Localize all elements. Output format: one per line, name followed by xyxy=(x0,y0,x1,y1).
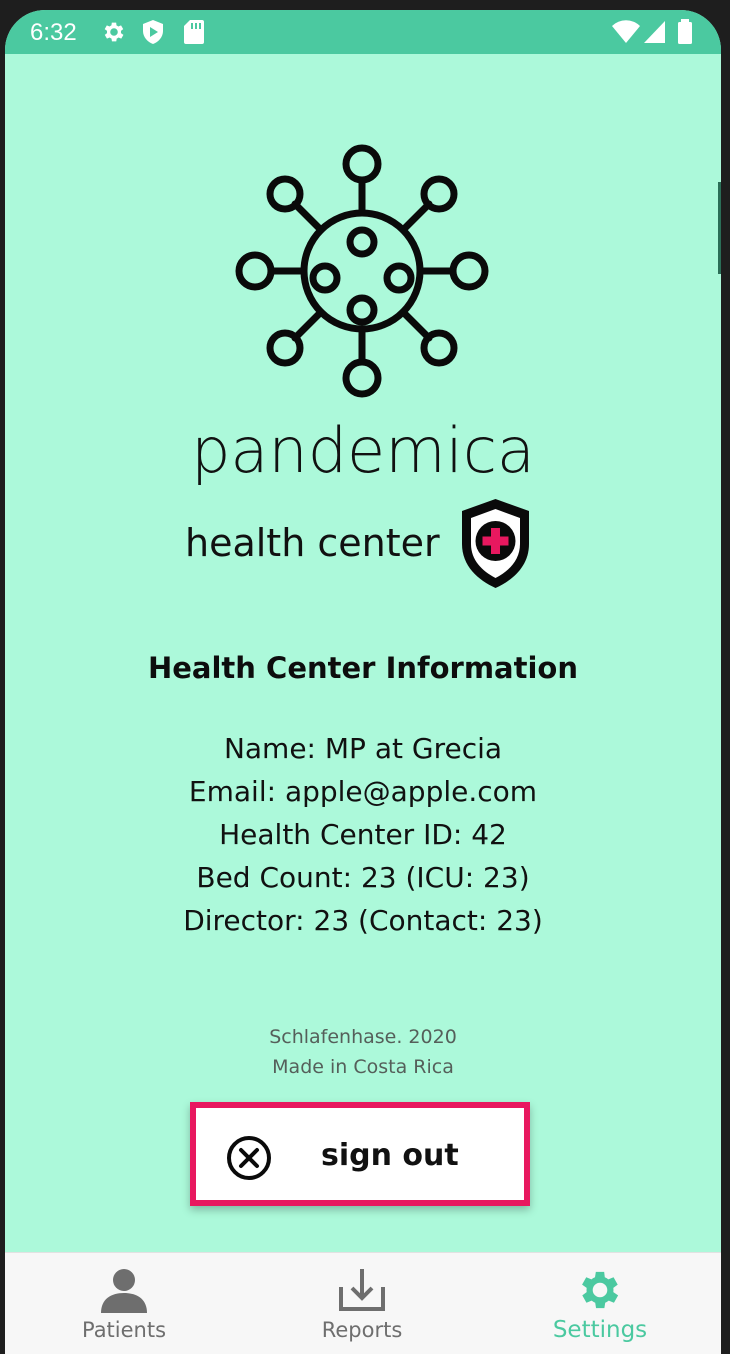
nav-label-patients: Patients xyxy=(81,1318,167,1342)
nav-label-settings: Settings xyxy=(552,1317,648,1343)
nav-tab-patients[interactable]: Patients xyxy=(5,1253,243,1354)
info-list: Name: MP at Grecia Email: apple@apple.co… xyxy=(5,727,721,942)
status-bar: 6:32 xyxy=(5,10,721,54)
info-heading: Health Center Information xyxy=(147,651,578,685)
info-name: Name: MP at Grecia xyxy=(223,732,503,765)
info-bed-count: Bed Count: 23 (ICU: 23) xyxy=(196,861,530,894)
person-icon xyxy=(99,1265,149,1315)
info-director: Director: 23 (Contact: 23) xyxy=(183,904,543,937)
sd-card-icon xyxy=(183,19,205,50)
info-health-center-id: Health Center ID: 42 xyxy=(219,818,507,851)
sign-out-label: sign out xyxy=(321,1138,459,1173)
virus-icon xyxy=(233,142,491,400)
wifi-icon xyxy=(611,19,641,50)
nav-tab-settings[interactable]: Settings xyxy=(481,1253,719,1354)
app-screen: 6:32 pandemica health center Health Cent… xyxy=(5,10,721,1354)
brand-subtitle: health center xyxy=(185,521,440,565)
status-time: 6:32 xyxy=(30,19,77,46)
shield-play-icon xyxy=(141,19,165,50)
download-tray-icon xyxy=(337,1265,387,1315)
battery-icon xyxy=(677,19,693,50)
credits: Schlafenhase. 2020 Made in Costa Rica xyxy=(5,1022,721,1082)
device-frame: 6:32 pandemica health center Health Cent… xyxy=(0,0,730,1354)
cell-signal-icon xyxy=(643,19,667,50)
sign-out-button[interactable]: sign out xyxy=(190,1102,530,1206)
bottom-nav: Patients Reports Settings xyxy=(5,1252,721,1354)
brand-subtitle-row: health center xyxy=(180,496,560,592)
scroll-indicator[interactable] xyxy=(718,182,721,274)
nav-tab-reports[interactable]: Reports xyxy=(243,1253,481,1354)
nav-label-reports: Reports xyxy=(321,1318,403,1342)
gear-icon xyxy=(575,1265,625,1315)
credit-copyright: Schlafenhase. 2020 xyxy=(269,1026,457,1048)
brand-title: pandemica xyxy=(191,414,535,487)
info-email: Email: apple@apple.com xyxy=(188,775,538,808)
settings-gear-icon xyxy=(101,19,127,50)
shield-cross-icon xyxy=(458,496,533,591)
credit-origin: Made in Costa Rica xyxy=(272,1056,454,1078)
close-circle-icon xyxy=(226,1135,272,1181)
